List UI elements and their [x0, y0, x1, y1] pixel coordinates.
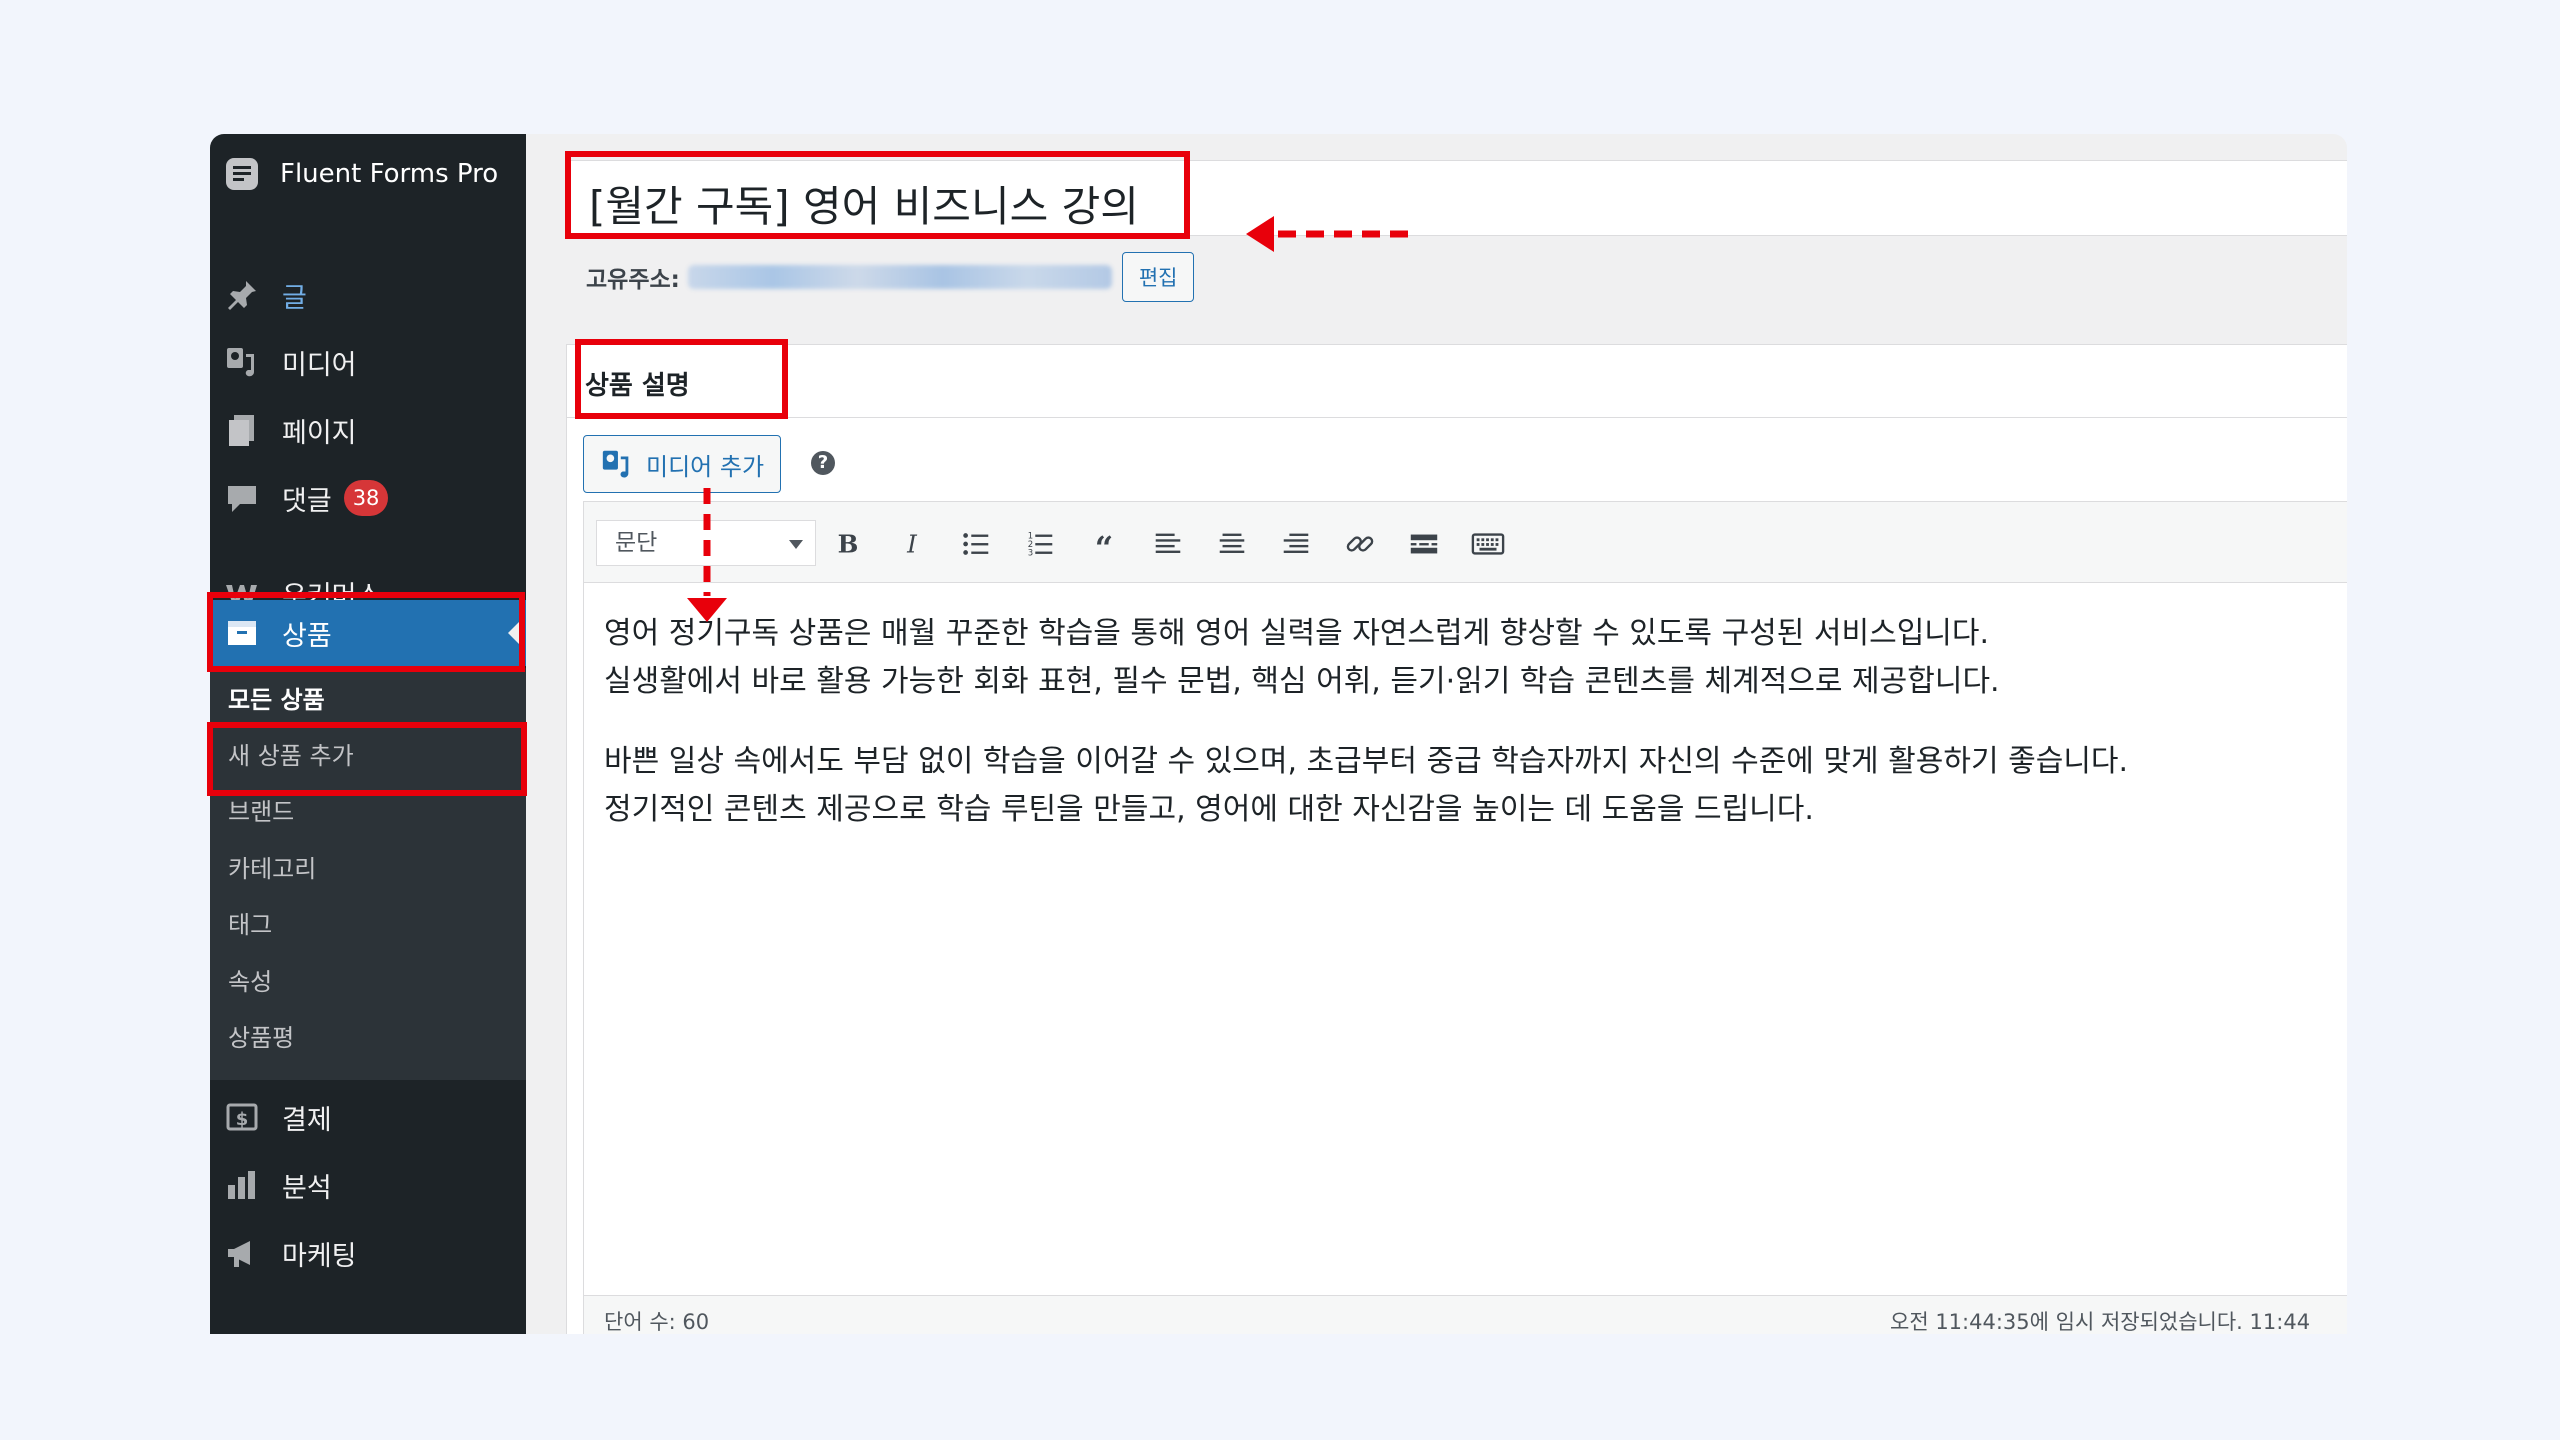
toolbar-toggle-button[interactable] — [1466, 522, 1510, 566]
link-icon — [1346, 536, 1374, 552]
svg-text:3: 3 — [1028, 548, 1033, 558]
align-center-icon — [1219, 533, 1245, 553]
bulleted-list-icon — [963, 533, 989, 555]
submenu-categories[interactable]: 카테고리 — [228, 849, 316, 889]
bulleted-list-button[interactable] — [954, 522, 998, 566]
permalink-row: 고유주소: 편집 — [586, 252, 1195, 302]
svg-text:I: I — [906, 530, 918, 559]
editor-content[interactable]: 영어 정기구독 상품은 매월 꾸준한 학습을 통해 영어 실력을 자연스럽게 향… — [604, 610, 2128, 866]
italic-icon: I — [906, 530, 918, 559]
submenu-tags[interactable]: 태그 — [228, 905, 272, 945]
paragraph-line: 실생활에서 바로 활용 가능한 회화 표현, 필수 문법, 핵심 어휘, 듣기·… — [604, 664, 2000, 699]
payment-icon: $ — [222, 1097, 262, 1137]
sidebar-item-label: 페이지 — [282, 417, 357, 449]
format-select-value: 문단 — [615, 530, 658, 556]
sidebar-item-payments[interactable]: $ 결제 — [210, 1084, 526, 1150]
toolbar-toggle-icon — [1471, 533, 1505, 555]
sidebar-item-label: 댓글 — [282, 485, 332, 517]
align-center-button[interactable] — [1210, 522, 1254, 566]
rich-text-editor: 문단 B I 123 “ 영어 정기구독 상품은 매월 꾸준한 학습을 통해 영… — [583, 501, 2347, 1334]
submenu-attributes[interactable]: 속성 — [228, 962, 272, 1002]
sidebar-item-posts[interactable]: 글 — [210, 262, 526, 328]
sidebar-item-marketing[interactable]: 마케팅 — [210, 1220, 526, 1286]
bold-icon: B — [838, 530, 859, 559]
sidebar-item-pages[interactable]: 페이지 — [210, 397, 526, 463]
blockquote-icon: “ — [1095, 529, 1113, 561]
wp-admin-window: Fluent Forms Pro 글 미디어 페이지 댓글 38 우커머스 상품… — [210, 134, 2347, 1334]
word-count: 단어 수: 60 — [604, 1310, 710, 1334]
numbered-list-icon: 123 — [1028, 531, 1053, 558]
paragraph-2: 바쁜 일상 속에서도 부담 없이 학습을 이어갈 수 있으며, 초급부터 중급 … — [604, 738, 2128, 834]
sidebar-item-media[interactable]: 미디어 — [210, 329, 526, 395]
submenu-all-products[interactable]: 모든 상품 — [228, 680, 325, 720]
svg-text:“: “ — [1095, 529, 1113, 561]
chevron-down-icon — [789, 540, 803, 549]
fluent-forms-logo-icon — [226, 158, 258, 190]
permalink-edit-button[interactable]: 편집 — [1121, 252, 1195, 302]
add-media-label: 미디어 추가 — [646, 452, 765, 481]
comment-count-badge: 38 — [343, 480, 389, 516]
postbox-header: 상품 설명 — [567, 345, 2347, 418]
bar-chart-icon — [222, 1165, 262, 1205]
blockquote-button[interactable]: “ — [1082, 522, 1126, 566]
product-description-box: 상품 설명 미디어 추가 ? 문단 B I 1 2 3 “ 영어 정기구독 상품… — [566, 344, 2347, 1334]
align-left-icon — [1155, 533, 1181, 553]
sidebar-item-label: 결제 — [282, 1104, 332, 1136]
format-select[interactable]: 문단 — [596, 520, 816, 566]
add-new-highlight-box — [207, 722, 527, 796]
comment-icon — [222, 478, 262, 518]
align-right-button[interactable] — [1274, 522, 1318, 566]
bold-button[interactable]: B — [826, 522, 870, 566]
sidebar-item-comments[interactable]: 댓글 38 — [210, 465, 526, 531]
page-icon — [222, 410, 262, 450]
italic-button[interactable]: I — [890, 522, 934, 566]
submenu-brands[interactable]: 브랜드 — [228, 792, 294, 832]
add-media-button[interactable]: 미디어 추가 — [583, 435, 782, 493]
sidebar-item-label: 글 — [282, 282, 307, 314]
paragraph-line: 영어 정기구독 상품은 매월 꾸준한 학습을 통해 영어 실력을 자연스럽게 향… — [604, 616, 1990, 651]
submenu-reviews[interactable]: 상품평 — [228, 1018, 294, 1058]
paragraph-1: 영어 정기구독 상품은 매월 꾸준한 학습을 통해 영어 실력을 자연스럽게 향… — [604, 610, 2128, 706]
read-more-button[interactable] — [1402, 522, 1446, 566]
svg-text:$: $ — [236, 1109, 249, 1130]
sidebar-item-label: 분석 — [282, 1172, 332, 1204]
media-icon — [222, 342, 262, 382]
products-highlight-box — [207, 592, 525, 672]
megaphone-icon — [222, 1233, 262, 1273]
paragraph-line: 정기적인 콘텐츠 제공으로 학습 루틴을 만들고, 영어에 대한 자신감을 높이… — [604, 792, 1814, 827]
align-left-button[interactable] — [1146, 522, 1190, 566]
paragraph-line: 바쁜 일상 속에서도 부담 없이 학습을 이어갈 수 있으며, 초급부터 중급 … — [604, 744, 2129, 779]
sidebar-item-label: 마케팅 — [282, 1240, 357, 1272]
section-highlight-box — [575, 339, 788, 419]
title-highlight-box — [565, 151, 1190, 239]
media-icon — [602, 450, 629, 478]
align-right-icon — [1283, 533, 1309, 553]
permalink-url-blurred[interactable] — [687, 265, 1112, 289]
sidebar-item-analytics[interactable]: 분석 — [210, 1152, 526, 1218]
help-icon[interactable]: ? — [811, 451, 835, 475]
autosave-status: 오전 11:44:35에 임시 저장되었습니다. 11:44 — [1890, 1310, 2311, 1334]
read-more-icon — [1410, 534, 1438, 554]
svg-text:B: B — [838, 530, 859, 559]
permalink-label: 고유주소: — [586, 267, 680, 293]
pin-icon — [222, 275, 262, 315]
numbered-list-button[interactable]: 123 — [1018, 522, 1062, 566]
sidebar-item-label: 미디어 — [282, 349, 357, 381]
editor-toolbar: 문단 B I 123 “ — [584, 502, 2347, 583]
sidebar-brand-label: Fluent Forms Pro — [280, 159, 499, 189]
editor-statusbar: 단어 수: 60 오전 11:44:35에 임시 저장되었습니다. 11:44 — [584, 1295, 2347, 1334]
sidebar-brand[interactable]: Fluent Forms Pro — [224, 150, 498, 198]
link-button[interactable] — [1338, 522, 1382, 566]
